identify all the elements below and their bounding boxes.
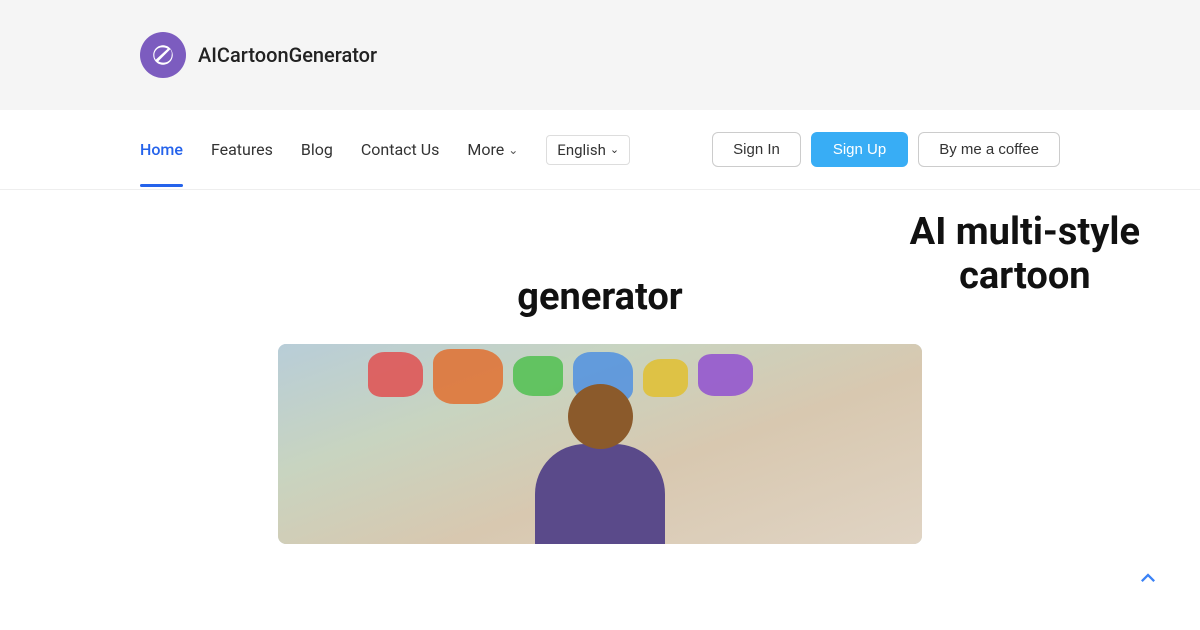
hero-image <box>278 344 922 544</box>
logo-container[interactable]: AICartoonGenerator <box>140 32 377 78</box>
nav-item-blog[interactable]: Blog <box>301 140 333 159</box>
nav-item-home[interactable]: Home <box>140 140 183 159</box>
main-content: AI multi-style cartoon generator <box>0 190 1200 630</box>
language-selector[interactable]: English ⌄ <box>546 135 630 165</box>
hero-title-line2: cartoon <box>910 254 1140 298</box>
scroll-top-button[interactable] <box>1126 556 1170 600</box>
signup-button[interactable]: Sign Up <box>811 132 908 167</box>
coffee-button[interactable]: By me a coffee <box>918 132 1060 167</box>
chevron-down-icon: ⌄ <box>610 143 619 156</box>
nav-buttons: Sign In Sign Up By me a coffee <box>712 132 1060 167</box>
nav-item-features[interactable]: Features <box>211 140 273 159</box>
header-bar: AICartoonGenerator <box>0 0 1200 110</box>
continent-shape <box>433 349 503 404</box>
hero-title-line1: AI multi-style <box>910 210 1140 254</box>
signin-button[interactable]: Sign In <box>712 132 801 167</box>
nav-area: Home Features Blog Contact Us More ⌄ Eng… <box>0 110 1200 190</box>
continent-shape <box>698 354 753 396</box>
logo-text: AICartoonGenerator <box>198 43 377 67</box>
chevron-down-icon: ⌄ <box>508 143 518 157</box>
nav-item-contact[interactable]: Contact Us <box>361 140 440 159</box>
nav-links: Home Features Blog Contact Us More ⌄ Eng… <box>140 135 680 165</box>
logo-icon <box>140 32 186 78</box>
continent-shape <box>368 352 423 397</box>
nav-item-more[interactable]: More ⌄ <box>467 140 518 159</box>
hero-title-right: AI multi-style cartoon <box>910 210 1140 298</box>
